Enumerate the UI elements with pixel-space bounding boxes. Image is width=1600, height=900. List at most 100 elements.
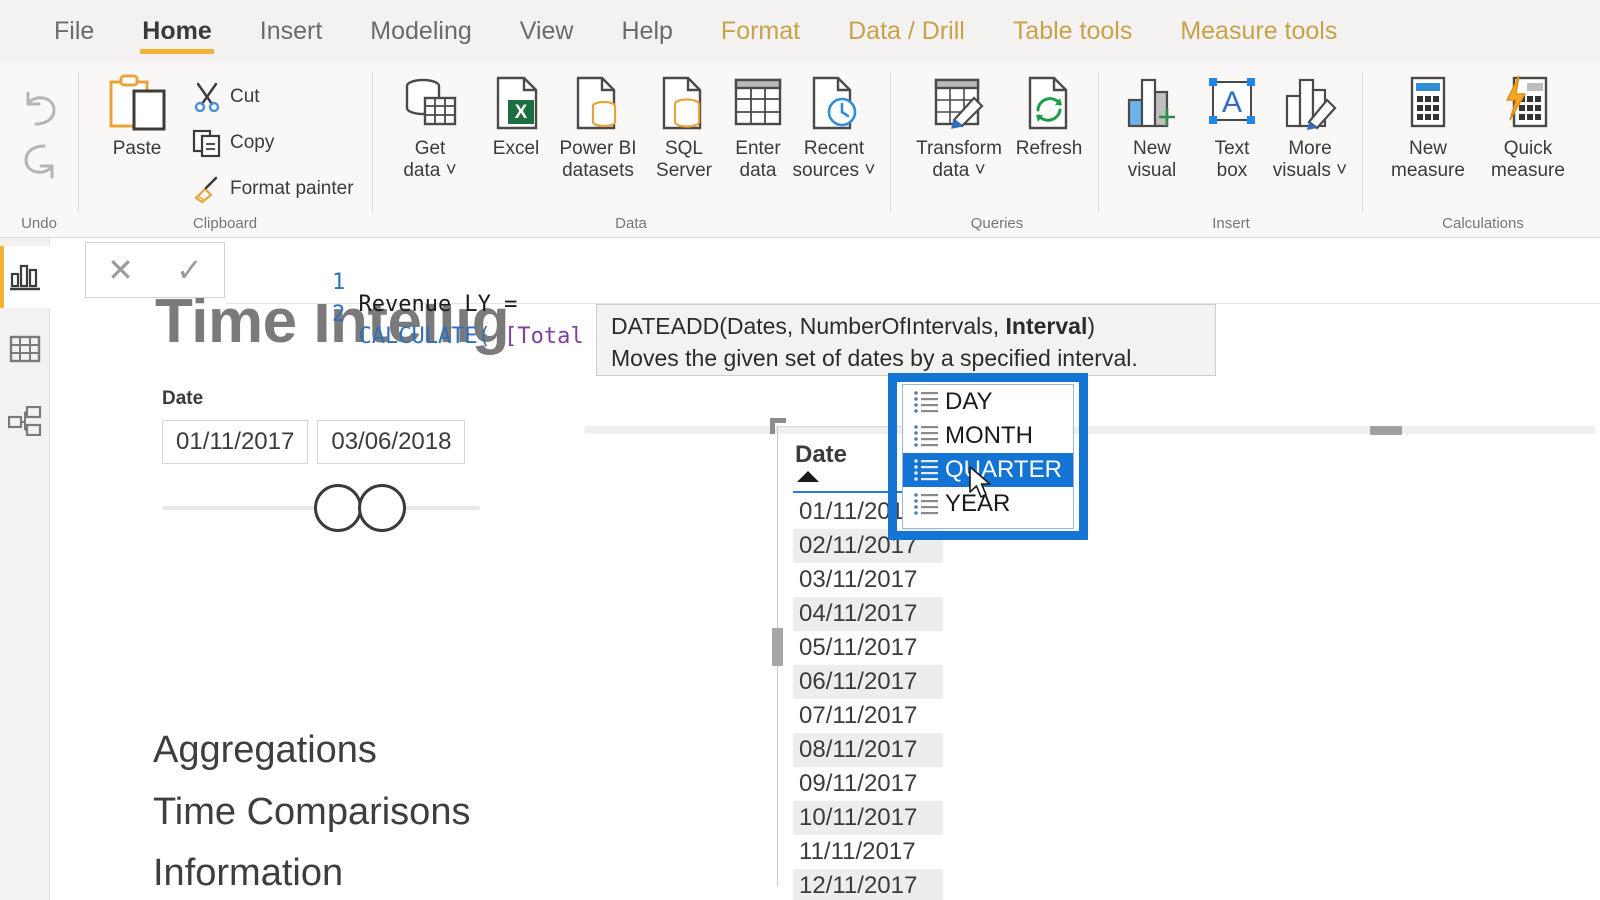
undo-button[interactable] xyxy=(18,90,62,135)
ribbon-tab-measure-tools[interactable]: Measure tools xyxy=(1156,0,1361,62)
date-slicer-visual[interactable]: Date 01/11/2017 03/06/2018 xyxy=(162,388,512,532)
format-painter-button[interactable]: Format painter xyxy=(190,174,354,204)
chevron-down-icon[interactable]: ˅ xyxy=(975,160,986,181)
scissors-icon xyxy=(194,82,220,112)
group-divider xyxy=(890,72,891,212)
ribbon-tab-help[interactable]: Help xyxy=(598,0,697,62)
sidebar-item-data-view[interactable] xyxy=(0,318,50,380)
button-label: Format painter xyxy=(230,178,354,199)
ribbon-tab-label: Help xyxy=(621,16,673,45)
view-switcher-sidebar xyxy=(0,238,50,900)
button-label-line1: New xyxy=(1408,138,1447,159)
button-label-line1: More xyxy=(1288,138,1332,159)
slicer-date-inputs: 01/11/2017 03/06/2018 xyxy=(162,420,512,464)
table-row[interactable]: 07/11/2017 xyxy=(793,699,943,733)
ribbon-group-data: Get data ˅ X Excel Power BI datasets SQL… xyxy=(382,62,880,238)
ribbon-tab-label: File xyxy=(54,16,95,45)
cut-button[interactable]: Cut xyxy=(190,82,260,112)
chevron-down-icon[interactable]: ˅ xyxy=(864,160,875,181)
refresh-button[interactable]: Refresh xyxy=(1002,72,1096,160)
table-grid-icon xyxy=(9,335,41,363)
excel-file-icon: X xyxy=(496,76,538,130)
sidebar-item-model-view[interactable] xyxy=(0,390,50,452)
button-label-line1: SQL xyxy=(664,138,704,159)
table-row[interactable]: 06/11/2017 xyxy=(793,665,943,699)
ribbon-group-label: Queries xyxy=(970,215,1024,232)
ribbon-tab-label: Modeling xyxy=(370,16,472,45)
canvas-horizontal-scrollbar[interactable] xyxy=(585,426,1595,435)
function-signature-tooltip: DATEADD(Dates, NumberOfIntervals, Interv… xyxy=(596,304,1216,376)
copy-button[interactable]: Copy xyxy=(190,128,274,158)
ribbon-tab-data-drill[interactable]: Data / Drill xyxy=(824,0,989,62)
table-row[interactable]: 04/11/2017 xyxy=(793,597,943,631)
slicer-range-slider[interactable] xyxy=(162,484,480,532)
slicer-start-date-input[interactable]: 01/11/2017 xyxy=(162,420,309,464)
bar-chart-icon xyxy=(10,264,40,291)
button-label-line1: Enter xyxy=(735,138,781,159)
new-visual-button[interactable]: New visual xyxy=(1106,72,1198,183)
table-body: 01/11/2017 02/11/2017 03/11/2017 04/11/2… xyxy=(793,495,943,900)
transform-data-button[interactable]: Transform data ˅ xyxy=(904,72,1014,183)
ribbon-group-label: Clipboard xyxy=(192,215,258,232)
mouse-cursor xyxy=(968,466,994,507)
button-label: Paste xyxy=(112,138,162,159)
ribbon-group-label: Data xyxy=(615,215,647,232)
table-row[interactable]: 10/11/2017 xyxy=(793,801,943,835)
new-measure-button[interactable]: New measure xyxy=(1376,72,1480,183)
power-bi-datasets-button[interactable]: Power BI datasets xyxy=(552,72,644,183)
intellisense-dropdown[interactable]: DAY MONTH QUARTER YEAR xyxy=(902,384,1074,529)
paste-button[interactable]: Paste xyxy=(94,72,180,160)
visual-resize-handle-left[interactable] xyxy=(772,628,783,666)
ribbon-tab-view[interactable]: View xyxy=(496,0,598,62)
slider-handle-start[interactable] xyxy=(314,484,362,532)
signature-active-param: Interval xyxy=(1005,313,1088,339)
slicer-end-date-input[interactable]: 03/06/2018 xyxy=(317,420,466,464)
button-label: Copy xyxy=(230,132,275,153)
sort-ascending-icon[interactable] xyxy=(797,471,819,482)
button-label-line2: Server xyxy=(656,160,712,182)
relationships-icon xyxy=(8,406,42,436)
ribbon-group-label: Insert xyxy=(1212,215,1250,232)
accept-formula-icon[interactable]: ✓ xyxy=(176,254,203,286)
table-row[interactable]: 08/11/2017 xyxy=(793,733,943,767)
formula-function-calculate: CALCULATE( xyxy=(358,324,491,349)
list-item: Information xyxy=(153,852,344,895)
svg-text:A: A xyxy=(1222,86,1242,119)
scrollbar-thumb[interactable] xyxy=(1370,426,1402,435)
ribbon-tab-table-tools[interactable]: Table tools xyxy=(989,0,1157,62)
ribbon-group-undo: Undo xyxy=(0,62,78,238)
more-visuals-icon xyxy=(1285,78,1337,130)
redo-button[interactable] xyxy=(18,140,62,185)
sidebar-item-report-view[interactable] xyxy=(0,246,50,308)
ribbon-tab-modeling[interactable]: Modeling xyxy=(346,0,495,62)
signature-prefix: DATEADD(Dates, NumberOfIntervals, xyxy=(611,313,1006,339)
chevron-down-icon[interactable]: ˅ xyxy=(1336,160,1347,181)
get-data-button[interactable]: Get data ˅ xyxy=(384,72,476,183)
recent-sources-button[interactable]: Recent sources ˅ xyxy=(788,72,880,183)
excel-button[interactable]: X Excel xyxy=(470,72,562,160)
quick-measure-button[interactable]: Quick measure xyxy=(1476,72,1580,183)
table-row[interactable]: 09/11/2017 xyxy=(793,767,943,801)
button-label-line2: data xyxy=(739,160,777,182)
dax-formula-editor[interactable]: 1 Revenue LY = 2 CALCULATE( [Total Reven… xyxy=(226,238,1600,348)
ribbon-tab-insert[interactable]: Insert xyxy=(236,0,347,62)
intellisense-option-month[interactable]: MONTH xyxy=(903,419,1073,453)
new-visual-chart-icon xyxy=(1127,78,1175,128)
ribbon-tab-format[interactable]: Format xyxy=(697,0,824,62)
slider-handle-end[interactable] xyxy=(358,484,406,532)
refresh-circular-icon xyxy=(1028,76,1068,130)
powerbi-dataset-icon xyxy=(576,76,617,130)
table-row[interactable]: 12/11/2017 xyxy=(793,869,943,900)
more-visuals-button[interactable]: More visuals ˅ xyxy=(1264,72,1356,183)
ribbon-tab-file[interactable]: File xyxy=(30,0,118,62)
ribbon-tab-home[interactable]: Home xyxy=(118,0,235,62)
group-divider xyxy=(372,72,373,212)
database-table-icon xyxy=(405,78,457,126)
table-row[interactable]: 03/11/2017 xyxy=(793,563,943,597)
chevron-down-icon[interactable]: ˅ xyxy=(446,160,457,181)
intellisense-option-day[interactable]: DAY xyxy=(903,385,1073,419)
enum-list-icon xyxy=(907,457,945,483)
table-row[interactable]: 11/11/2017 xyxy=(793,835,943,869)
cancel-formula-icon[interactable]: ✕ xyxy=(107,254,134,286)
table-row[interactable]: 05/11/2017 xyxy=(793,631,943,665)
